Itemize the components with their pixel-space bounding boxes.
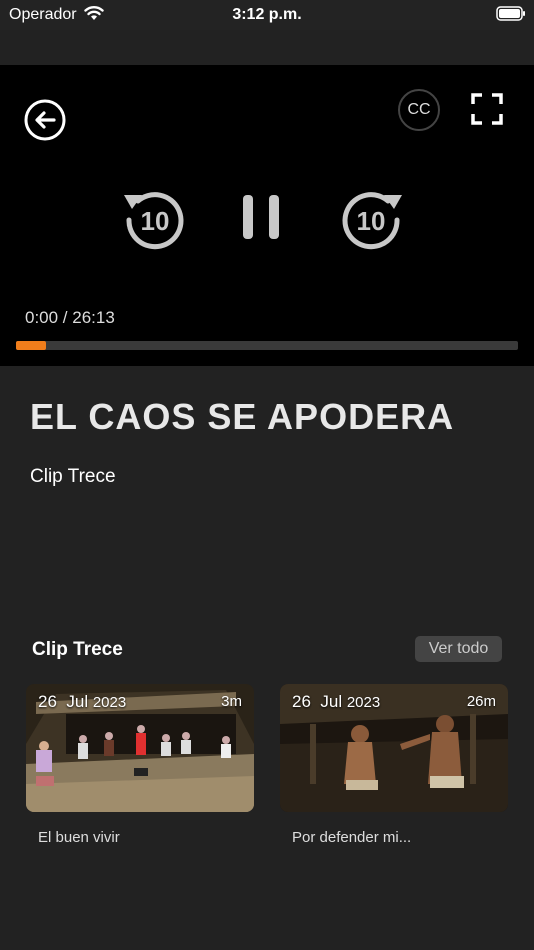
video-subtitle: Clip Trece <box>30 466 116 487</box>
progress-bar[interactable] <box>16 341 518 350</box>
related-section-title: Clip Trece <box>32 639 123 660</box>
video-title: EL CAOS SE APODERA <box>30 396 455 437</box>
rewind-icon: 10 <box>124 192 184 250</box>
rewind-seconds-label: 10 <box>141 206 170 236</box>
battery-icon <box>496 6 526 27</box>
video-thumbnail[interactable]: 26 Jul 2023 26m <box>280 684 508 812</box>
video-player[interactable]: CC 10 10 0:00 / 26:13 <box>0 65 534 366</box>
time-readout: 0:00 / 26:13 <box>25 308 115 327</box>
arrow-left-circle-icon <box>24 99 66 141</box>
card-date: 26 Jul 2023 <box>38 692 127 711</box>
pause-icon <box>243 195 279 239</box>
card-date: 26 Jul 2023 <box>292 692 381 711</box>
forward-10-button[interactable]: 10 <box>340 187 406 253</box>
card-duration: 26m <box>466 693 496 710</box>
progress-fill <box>16 341 47 350</box>
fast-forward-icon: 10 <box>342 192 402 250</box>
fullscreen-button[interactable] <box>470 92 504 126</box>
card-caption: El buen vivir <box>38 829 120 846</box>
forward-seconds-label: 10 <box>357 206 386 236</box>
video-card[interactable]: 26 Jul 2023 26m Por defender mi... <box>280 684 508 846</box>
video-thumbnail[interactable]: 26 Jul 2023 3m <box>26 684 254 812</box>
fullscreen-icon <box>471 93 503 125</box>
status-bar: Operador 3:12 p.m. <box>0 0 534 30</box>
card-caption: Por defender mi... <box>292 829 412 846</box>
video-card[interactable]: 26 Jul 2023 3m El buen vivir <box>26 684 254 846</box>
status-time: 3:12 p.m. <box>232 6 302 23</box>
see-all-button[interactable]: Ver todo <box>415 636 502 662</box>
pause-button[interactable] <box>238 193 286 241</box>
closed-captions-button[interactable]: CC <box>398 89 440 131</box>
card-duration: 3m <box>221 693 242 710</box>
back-button[interactable] <box>23 98 67 142</box>
rewind-10-button[interactable]: 10 <box>120 187 186 253</box>
